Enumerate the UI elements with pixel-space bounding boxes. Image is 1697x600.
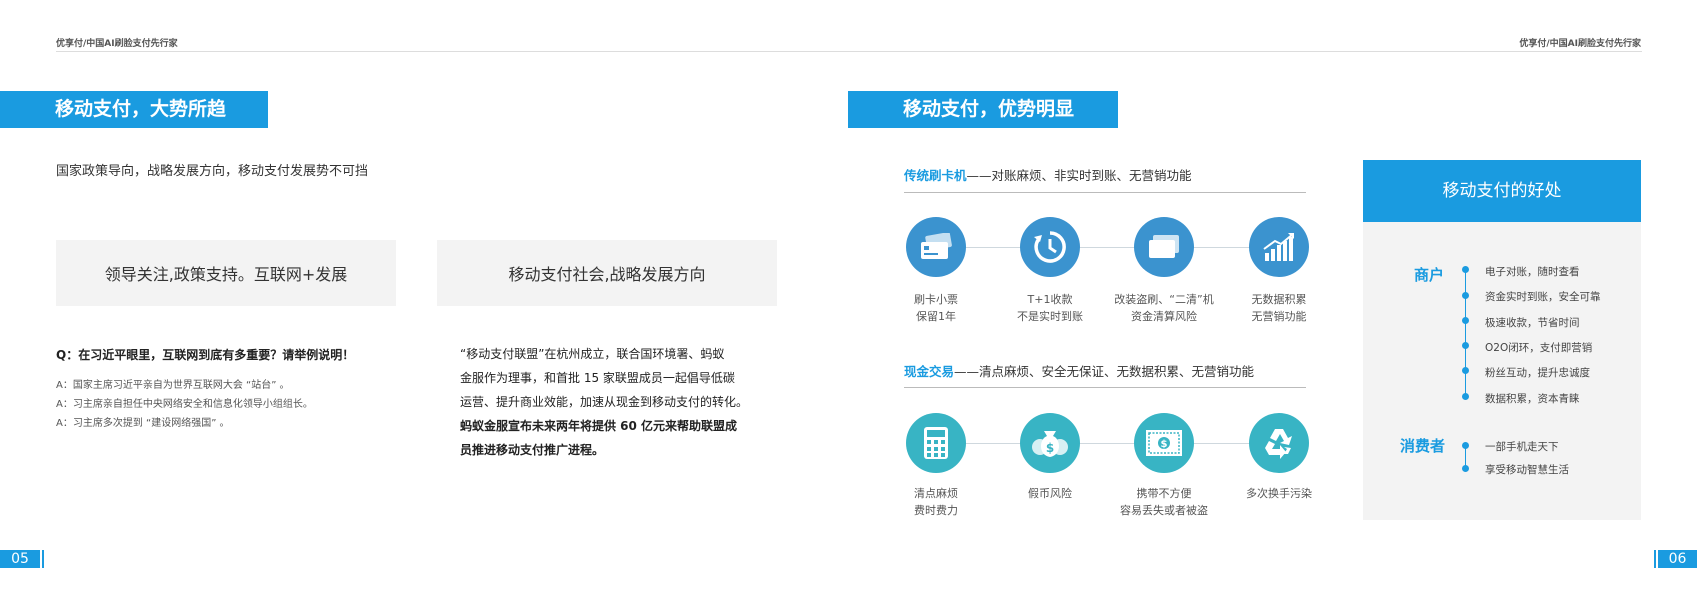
pos-heading-accent: 传统刷卡机 (904, 168, 967, 183)
answer-item: A：习主席多次提到 “建设网络强国” 。 (56, 418, 230, 429)
caption-line: 不是实时到账 (1017, 310, 1083, 323)
header-left-text: 优享付/中国AI刷脸支付先行家 (56, 39, 178, 49)
caption-line: 无数据积累 (1251, 293, 1307, 306)
merchant-label: 商户 (1414, 266, 1445, 284)
left-intro: 国家政策导向，战略发展方向，移动支付发展势不可挡 (56, 164, 369, 179)
merchant-benefit: 数据积累，资本青睐 (1485, 393, 1580, 405)
clock-icon (1020, 217, 1080, 277)
pos-caption: T+1收款 不是实时到账 (985, 291, 1115, 325)
paragraph-bold-line: 蚂蚁金服宣布未来两年将提供 60 亿元来帮助联盟成 (460, 419, 738, 433)
question-title: Q：在习近平眼里，互联网到底有多重要？请举例说明！ (56, 348, 355, 362)
merchant-benefit: 电子对账，随时查看 (1485, 266, 1580, 278)
banknote-icon: $ (1134, 413, 1194, 473)
cash-caption: 清点麻烦 费时费力 (871, 485, 1001, 519)
money-bag-icon: $ (1020, 413, 1080, 473)
cash-heading: 现金交易——清点麻烦、安全无保证、无数据积累、无营销功能 (904, 361, 1254, 380)
pos-connector-line (936, 247, 1278, 248)
consumer-benefit: 享受移动智慧生活 (1485, 464, 1569, 476)
benefits-title: 移动支付的好处 (1363, 160, 1641, 222)
paragraph-line: 金服作为理事，和首批 15 家联盟成员一起倡导低碳 (460, 371, 735, 385)
timeline-dot (1462, 292, 1469, 299)
page-number-bar-left (42, 550, 44, 568)
merchant-benefit: 资金实时到账，安全可靠 (1485, 291, 1601, 303)
paragraph-line: “移动支付联盟”在杭州成立，联合国环境署、蚂蚁 (460, 347, 725, 361)
recycle-icon (1249, 413, 1309, 473)
caption-line: 费时费力 (914, 504, 958, 517)
answer-item: A：习主席亲自担任中央网络安全和信息化领导小组组长。 (56, 399, 313, 410)
bar-chart-icon (1249, 217, 1309, 277)
paragraph-bold-line: 员推进移动支付推广进程。 (460, 443, 605, 457)
consumer-benefit: 一部手机走天下 (1485, 441, 1559, 453)
page-number-left: 05 (0, 550, 40, 568)
right-section-title: 移动支付，优势明显 (848, 91, 1118, 128)
caption-line: 刷卡小票 (914, 293, 958, 306)
strategy-box: 移动支付社会,战略发展方向 (437, 240, 777, 306)
cash-heading-rule (904, 387, 1306, 388)
timeline-dot (1462, 442, 1469, 449)
caption-line: 清点麻烦 (914, 487, 958, 500)
caption-line: 资金清算风险 (1131, 310, 1197, 323)
timeline-dot (1462, 317, 1469, 324)
receipt-card-icon (906, 217, 966, 277)
caption-line: 改装盗刷、“二清”机 (1114, 293, 1214, 306)
caption-line: T+1收款 (1027, 293, 1073, 306)
caption-line: 携带不方便 (1136, 487, 1192, 500)
caption-line: 容易丢失或者被盗 (1120, 504, 1208, 517)
paragraph-line: 运营、提升商业效能，加速从现金到移动支付的转化。 (460, 395, 749, 409)
cash-caption: 携带不方便 容易丢失或者被盗 (1099, 485, 1229, 519)
svg-text:$: $ (1046, 441, 1054, 455)
header-divider (56, 51, 1642, 52)
header-right-text: 优享付/中国AI刷脸支付先行家 (1519, 39, 1641, 49)
cards-icon (1134, 217, 1194, 277)
caption-line: 多次换手污染 (1246, 487, 1312, 500)
timeline-dot (1462, 367, 1469, 374)
cash-heading-rest: ——清点麻烦、安全无保证、无数据积累、无营销功能 (954, 364, 1255, 379)
caption-line: 保留1年 (916, 310, 956, 323)
merchant-benefit: O2O闭环，支付即营销 (1485, 342, 1593, 354)
calculator-icon (906, 413, 966, 473)
caption-line: 假币风险 (1028, 487, 1072, 500)
merchant-timeline (1465, 270, 1466, 398)
policy-box: 领导关注,政策支持。互联网+发展 (56, 240, 396, 306)
timeline-dot (1462, 393, 1469, 400)
consumer-label: 消费者 (1400, 437, 1446, 455)
caption-line: 无营销功能 (1251, 310, 1307, 323)
pos-caption: 改装盗刷、“二清”机 资金清算风险 (1099, 291, 1229, 325)
cash-caption: 假币风险 (985, 485, 1115, 502)
pos-heading: 传统刷卡机——对账麻烦、非实时到账、无营销功能 (904, 165, 1192, 184)
pos-heading-rest: ——对账麻烦、非实时到账、无营销功能 (966, 168, 1192, 183)
merchant-benefit: 极速收款，节省时间 (1485, 317, 1580, 329)
cash-caption: 多次换手污染 (1214, 485, 1344, 502)
page-number-right: 06 (1658, 550, 1697, 568)
merchant-benefit: 粉丝互动，提升忠诚度 (1485, 367, 1590, 379)
policy-box-text: 领导关注,政策支持。互联网+发展 (104, 265, 348, 284)
pos-caption: 无数据积累 无营销功能 (1214, 291, 1344, 325)
pos-heading-rule (904, 192, 1306, 193)
cash-connector-line (936, 443, 1278, 444)
pos-caption: 刷卡小票 保留1年 (871, 291, 1001, 325)
page-number-bar-right (1654, 550, 1656, 568)
answer-list: A：国家主席习近平亲自为世界互联网大会 “站台” 。 A：习主席亲自担任中央网络… (56, 376, 313, 433)
timeline-dot (1462, 342, 1469, 349)
alliance-paragraph: “移动支付联盟”在杭州成立，联合国环境署、蚂蚁 金服作为理事，和首批 15 家联… (460, 342, 748, 462)
timeline-dot (1462, 465, 1469, 472)
svg-text:$: $ (1161, 439, 1168, 450)
timeline-dot (1462, 266, 1469, 273)
strategy-box-text: 移动支付社会,战略发展方向 (508, 265, 706, 284)
cash-heading-accent: 现金交易 (904, 364, 955, 379)
answer-item: A：国家主席习近平亲自为世界互联网大会 “站台” 。 (56, 380, 290, 391)
left-section-title: 移动支付，大势所趋 (0, 91, 268, 128)
